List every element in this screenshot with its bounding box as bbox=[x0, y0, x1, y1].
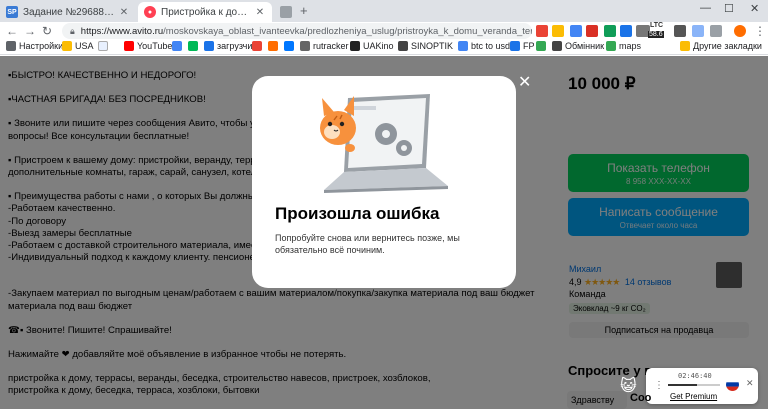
tab-pinned[interactable] bbox=[274, 2, 296, 22]
page-favicon-icon bbox=[280, 6, 292, 18]
broken-laptop-cat-illustration bbox=[320, 94, 448, 193]
tab-close-icon[interactable]: ✕ bbox=[118, 7, 130, 18]
maps-icon bbox=[606, 41, 616, 51]
modal-title: Произошла ошибка bbox=[275, 204, 440, 223]
russia-flag-icon[interactable] bbox=[726, 378, 739, 391]
tab-title: Пристройка к дому веранда терра bbox=[161, 6, 250, 18]
vk-icon bbox=[284, 41, 294, 51]
bookmark-item[interactable]: rutracker bbox=[300, 41, 349, 51]
page-content: ▪БЫСТРО! КАЧЕСТВЕННО И НЕДОРОГО!▪ЧАСТНАЯ… bbox=[0, 56, 768, 409]
bookmark-star-icon[interactable] bbox=[552, 25, 564, 37]
bookmark-item[interactable]: Обмінник bbox=[552, 41, 604, 51]
maximize-button[interactable]: ☐ bbox=[724, 2, 734, 15]
puzzle-icon[interactable] bbox=[692, 25, 704, 37]
bookmarks-bar: Настройки USA YouTube загрузчик rutracke… bbox=[0, 40, 768, 55]
url-path: /moskovskaya_oblast_ivanteevka/predlozhe… bbox=[163, 25, 532, 37]
ltc-value: 58.6 bbox=[648, 31, 664, 38]
tab-avito[interactable]: ● Пристройка к дому веранда терра ✕ bbox=[138, 2, 272, 22]
gear-icon bbox=[6, 41, 16, 51]
bookmark-item[interactable]: Настройки bbox=[6, 41, 63, 51]
extension-icon[interactable] bbox=[570, 25, 582, 37]
bookmark-icon bbox=[204, 41, 214, 51]
profile-avatar-icon[interactable] bbox=[734, 25, 746, 37]
bookmark-icon bbox=[510, 41, 520, 51]
player-progress-fill bbox=[668, 384, 697, 386]
google-icon bbox=[458, 41, 468, 51]
back-icon[interactable]: ← bbox=[6, 24, 18, 38]
close-window-button[interactable]: ✕ bbox=[750, 2, 759, 15]
extension-icon[interactable] bbox=[604, 25, 616, 37]
address-bar[interactable]: 🔒︎ https://www.avito.ru/moskovskaya_obla… bbox=[62, 23, 532, 39]
folder-icon bbox=[62, 41, 72, 51]
modal-close-button[interactable]: ✕ bbox=[518, 72, 531, 92]
bookmark-item[interactable]: YouTube bbox=[124, 41, 172, 51]
bookmark-item[interactable]: UAKino bbox=[350, 41, 394, 51]
forward-icon[interactable]: → bbox=[24, 24, 36, 38]
player-close-icon[interactable]: ✕ bbox=[746, 378, 754, 389]
folder-icon bbox=[680, 41, 690, 51]
bookmark-icon bbox=[172, 41, 182, 51]
browser-toolbar: ← → ↻ 🔒︎ https://www.avito.ru/moskovskay… bbox=[0, 22, 768, 40]
tab-strip: SP Задание №2968844 - просмотр з ✕ ● При… bbox=[0, 0, 768, 22]
bookmark-item[interactable]: SINOPTIK bbox=[398, 41, 453, 51]
bookmark-icon bbox=[350, 41, 360, 51]
bookmark-icon bbox=[268, 41, 278, 51]
minimize-button[interactable]: — bbox=[700, 2, 711, 14]
bookmark-item[interactable] bbox=[172, 41, 185, 51]
player-progress-bar[interactable] bbox=[668, 384, 720, 386]
bookmark-item[interactable] bbox=[268, 41, 281, 51]
bookmark-icon bbox=[252, 41, 262, 51]
get-premium-link[interactable]: Get Premium bbox=[670, 392, 717, 401]
bookmark-item[interactable] bbox=[536, 41, 549, 51]
bookmark-item[interactable]: загрузчик bbox=[204, 41, 256, 51]
tab-zadanie[interactable]: SP Задание №2968844 - просмотр з ✕ bbox=[0, 2, 136, 22]
ltc-label: LTC bbox=[650, 22, 664, 29]
error-modal: Произошла ошибка Попробуйте снова или ве… bbox=[252, 76, 516, 288]
bookmark-item[interactable]: USA bbox=[62, 41, 94, 51]
player-menu-icon[interactable]: ⋮ bbox=[654, 380, 664, 391]
bookmark-folder-other[interactable]: Другие закладки bbox=[680, 41, 762, 51]
extension-icon[interactable] bbox=[710, 25, 722, 37]
bookmark-icon bbox=[98, 41, 108, 51]
modal-message: Попробуйте снова или вернитесь позже, мы… bbox=[275, 233, 460, 255]
new-tab-button[interactable]: + bbox=[300, 3, 308, 18]
bookmark-item[interactable]: btc to usd bbox=[458, 41, 510, 51]
tab-title: Задание №2968844 - просмотр з bbox=[23, 6, 114, 18]
avito-favicon-icon: ● bbox=[144, 6, 156, 18]
audio-player-widget: ⋮ 02:46:40 Get Premium ✕ bbox=[646, 368, 758, 404]
bookmark-item[interactable] bbox=[188, 41, 201, 51]
extension-icon[interactable] bbox=[620, 25, 632, 37]
bookmark-icon bbox=[188, 41, 198, 51]
player-time: 02:46:40 bbox=[678, 372, 712, 380]
bookmark-item[interactable] bbox=[98, 41, 111, 51]
bookmark-item[interactable] bbox=[252, 41, 265, 51]
bookmark-item[interactable]: maps bbox=[606, 41, 641, 51]
flag-extension-icon[interactable] bbox=[586, 25, 598, 37]
extension-icon[interactable] bbox=[536, 25, 548, 37]
lock-icon: 🔒︎ bbox=[70, 25, 75, 36]
bookmark-item[interactable]: FP bbox=[510, 41, 535, 51]
bookmark-icon bbox=[536, 41, 546, 51]
url-host: https://www.avito.ru bbox=[80, 25, 164, 37]
bookmark-icon bbox=[398, 41, 408, 51]
sp-favicon-icon: SP bbox=[6, 6, 18, 18]
youtube-icon bbox=[124, 41, 134, 51]
tab-close-icon[interactable]: ✕ bbox=[254, 7, 266, 18]
bookmark-item[interactable] bbox=[284, 41, 297, 51]
bookmark-icon bbox=[552, 41, 562, 51]
menu-kebab-icon[interactable]: ⋮ bbox=[754, 24, 766, 38]
ask-tail-text: Соо bbox=[630, 392, 652, 404]
reload-icon[interactable]: ↻ bbox=[42, 24, 52, 38]
extension-icon[interactable] bbox=[674, 25, 686, 37]
bookmark-icon bbox=[300, 41, 310, 51]
